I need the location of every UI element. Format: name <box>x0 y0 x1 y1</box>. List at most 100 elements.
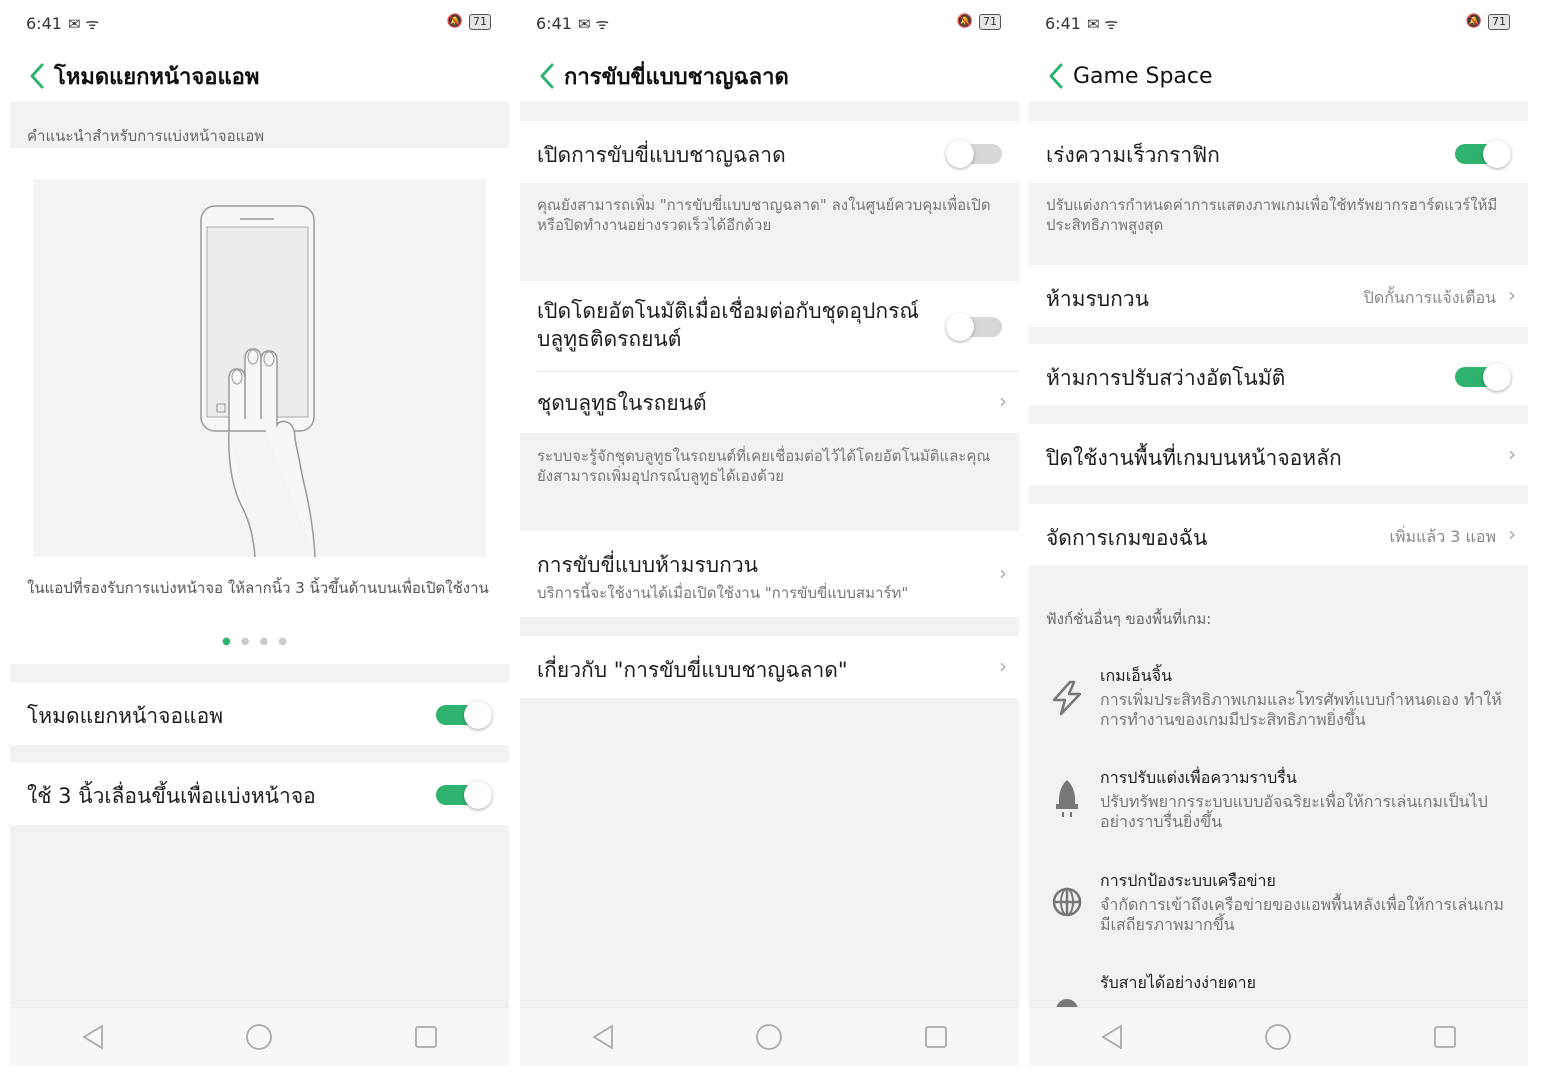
enable-smart-driving-label: เปิดการขับขี่แบบชาญฉลาด <box>537 143 786 167</box>
title-bar: โหมดแยกหน้าจอแอพ <box>10 50 509 102</box>
page-dot-2[interactable]: ● <box>241 636 260 647</box>
homescreen-game-space-row[interactable]: ปิดใช้งานพื้นที่เกมบนหน้าจอหลัก › <box>1029 424 1528 486</box>
feature-desc: ปรับทรัพยากรระบบแบบอัจฉริยะเพื่อให้การเล… <box>1100 792 1488 831</box>
enable-smart-driving-toggle[interactable] <box>946 138 1002 168</box>
game-space-screen: 6:41 ✉ ᯤ 🔕 71 Game Space เร่งความเร็วกราฟ… <box>1029 0 1528 1066</box>
split-screen-toggle-row[interactable]: โหมดแยกหน้าจอแอพ <box>10 682 509 745</box>
tutorial-illustration <box>33 179 486 558</box>
about-smart-driving-row[interactable]: เกี่ยวกับ "การขับขี่แบบชาญฉลาด" › <box>520 636 1019 698</box>
do-not-disturb-driving-row[interactable]: การขับขี่แบบห้ามรบกวน บริการนี้จะใช้งานไ… <box>520 531 1019 617</box>
feature-desc: การเพิ่มประสิทธิภาพเกมและโทรศัพท์แบบกำหน… <box>1100 690 1502 729</box>
divider <box>537 371 1019 372</box>
status-time: 6:41 <box>26 14 62 33</box>
notification-wifi-icons: ✉ ᯤ <box>1087 15 1119 33</box>
nav-home-icon[interactable] <box>1258 1017 1298 1057</box>
mute-icon: 🔕 <box>956 14 973 29</box>
globe-icon <box>1047 882 1087 922</box>
do-not-disturb-row[interactable]: ห้ามรบกวน ปิดกั้นการแจ้งเตือน › <box>1029 265 1528 327</box>
status-bar: 6:41 ✉ ᯤ 🔕 71 <box>1029 0 1528 50</box>
nav-back-icon[interactable] <box>1092 1017 1132 1057</box>
system-nav-bar <box>1029 1007 1528 1066</box>
enable-smart-driving-desc: คุณยังสามารถเพิ่ม "การขับขี่แบบชาญฉลาด" … <box>537 196 991 234</box>
chevron-right-icon[interactable]: › <box>999 654 1007 678</box>
section-header: คำแนะนำสำหรับการแบ่งหน้าจอแอพ <box>27 127 265 145</box>
dnd-driving-label: การขับขี่แบบห้ามรบกวน <box>537 553 758 577</box>
feature-title: เกมเอ็นจิ้น <box>1100 666 1173 685</box>
title-bar: Game Space <box>1029 50 1528 102</box>
status-time: 6:41 <box>1045 14 1081 33</box>
status-right-icons: 🔕 71 <box>1466 14 1510 30</box>
three-finger-toggle[interactable] <box>436 779 492 809</box>
nav-recents-icon[interactable] <box>1425 1017 1465 1057</box>
chevron-right-icon[interactable]: › <box>1508 522 1516 546</box>
back-icon[interactable] <box>20 56 54 96</box>
mute-icon: 🔕 <box>1465 14 1482 29</box>
status-bar: 6:41 ✉ ᯤ 🔕 71 <box>10 0 509 50</box>
mute-icon: 🔕 <box>446 14 463 29</box>
page-title: Game Space <box>1073 63 1213 89</box>
auto-enable-toggle[interactable] <box>946 311 1002 341</box>
car-bluetooth-label[interactable]: ชุดบลูทูธในรถยนต์ <box>537 387 707 420</box>
manage-games-label: จัดการเกมของฉัน <box>1046 526 1208 550</box>
graphics-acceleration-row[interactable]: เร่งความเร็วกราฟิก <box>1029 121 1528 183</box>
battery-icon: 71 <box>979 14 1001 30</box>
nav-recents-icon[interactable] <box>406 1017 446 1057</box>
auto-brightness-toggle[interactable] <box>1455 361 1511 391</box>
nav-recents-icon[interactable] <box>916 1017 956 1057</box>
feature-title: การปรับแต่งเพื่อความราบรื่น <box>1100 768 1297 787</box>
page-title: โหมดแยกหน้าจอแอพ <box>54 64 260 90</box>
manage-games-row[interactable]: จัดการเกมของฉัน เพิ่มแล้ว 3 แอพ › <box>1029 504 1528 566</box>
page-indicator[interactable]: ●●●● <box>10 636 509 647</box>
feature-desc: จำกัดการเข้าถึงเครือข่ายของแอพพื้นหลังเพ… <box>1100 895 1504 934</box>
chevron-right-icon[interactable]: › <box>999 561 1007 585</box>
enable-smart-driving-row[interactable]: เปิดการขับขี่แบบชาญฉลาด <box>520 121 1019 183</box>
auto-brightness-label: ห้ามการปรับสว่างอัตโนมัติ <box>1046 366 1286 390</box>
phone-hand-illustration <box>200 205 316 558</box>
page-title: การขับขี่แบบชาญฉลาด <box>564 64 789 90</box>
car-bluetooth-desc: ระบบจะรู้จักชุดบลูทูธในรถยนต์ที่เคยเชื่อ… <box>537 447 991 485</box>
graphics-acceleration-toggle[interactable] <box>1455 138 1511 168</box>
status-time: 6:41 <box>536 14 572 33</box>
homescreen-game-space-label: ปิดใช้งานพื้นที่เกมบนหน้าจอหลัก <box>1046 446 1342 470</box>
about-smart-driving-label: เกี่ยวกับ "การขับขี่แบบชาญฉลาด" <box>537 658 848 682</box>
tutorial-caption: ในแอปที่รองรับการแบ่งหน้าจอ ให้ลากนิ้ว 3… <box>27 579 489 597</box>
three-finger-toggle-row[interactable]: ใช้ 3 นิ้วเลื่อนขึ้นเพื่อแบ่งหน้าจอ <box>10 762 509 825</box>
system-nav-bar <box>520 1007 1019 1066</box>
page-dot-1[interactable]: ● <box>222 636 241 647</box>
chevron-right-icon[interactable]: › <box>999 389 1007 413</box>
split-screen-toggle[interactable] <box>436 699 492 729</box>
page-dot-3[interactable]: ● <box>260 636 279 647</box>
feature-title: การปกป้องระบบเครือข่าย <box>1100 871 1276 890</box>
dnd-label: ห้ามรบกวน <box>1046 287 1149 311</box>
notification-wifi-icons: ✉ ᯤ <box>578 15 610 33</box>
smart-driving-screen: 6:41 ✉ ᯤ 🔕 71 การขับขี่แบบชาญฉลาด เปิดการ… <box>520 0 1019 1066</box>
status-right-icons: 🔕 71 <box>447 14 491 30</box>
nav-home-icon[interactable] <box>239 1017 279 1057</box>
other-features-header: ฟังก์ชั่นอื่นๆ ของพื้นที่เกม: <box>1046 610 1212 628</box>
system-nav-bar <box>10 1007 509 1066</box>
auto-brightness-row[interactable]: ห้ามการปรับสว่างอัตโนมัติ <box>1029 344 1528 406</box>
rocket-icon <box>1047 778 1087 818</box>
chevron-right-icon[interactable]: › <box>1508 442 1516 466</box>
status-right-icons: 🔕 71 <box>957 14 1001 30</box>
tutorial-card: ในแอปที่รองรับการแบ่งหน้าจอ ให้ลากนิ้ว 3… <box>10 148 509 664</box>
page-dot-4[interactable]: ● <box>278 636 297 647</box>
lightning-icon <box>1047 678 1087 718</box>
title-bar: การขับขี่แบบชาญฉลาด <box>520 50 1019 102</box>
chevron-right-icon[interactable]: › <box>1508 283 1516 307</box>
graphics-acceleration-desc: ปรับแต่งการกำหนดค่าการแสดงภาพเกมเพื่อใช้… <box>1046 196 1498 234</box>
three-finger-label: ใช้ 3 นิ้วเลื่อนขึ้นเพื่อแบ่งหน้าจอ <box>27 784 316 808</box>
split-screen-label: โหมดแยกหน้าจอแอพ <box>27 704 224 728</box>
nav-back-icon[interactable] <box>73 1017 113 1057</box>
back-icon[interactable] <box>530 56 564 96</box>
graphics-acceleration-label: เร่งความเร็วกราฟิก <box>1046 143 1220 167</box>
bluetooth-card: เปิดโดยอัตโนมัติเมื่อเชื่อมต่อกับชุดอุปก… <box>520 281 1019 433</box>
nav-back-icon[interactable] <box>583 1017 623 1057</box>
notification-wifi-icons: ✉ ᯤ <box>68 15 100 33</box>
split-screen-settings-screen: 6:41 ✉ ᯤ 🔕 71 โหมดแยกหน้าจอแอพ คำแนะนำสำห… <box>10 0 509 1066</box>
feature-title: รับสายได้อย่างง่ายดาย <box>1100 973 1257 992</box>
battery-icon: 71 <box>469 14 491 30</box>
nav-home-icon[interactable] <box>749 1017 789 1057</box>
dnd-driving-sub: บริการนี้จะใช้งานได้เมื่อเปิดใช้งาน "การ… <box>537 584 909 602</box>
back-icon[interactable] <box>1039 56 1073 96</box>
